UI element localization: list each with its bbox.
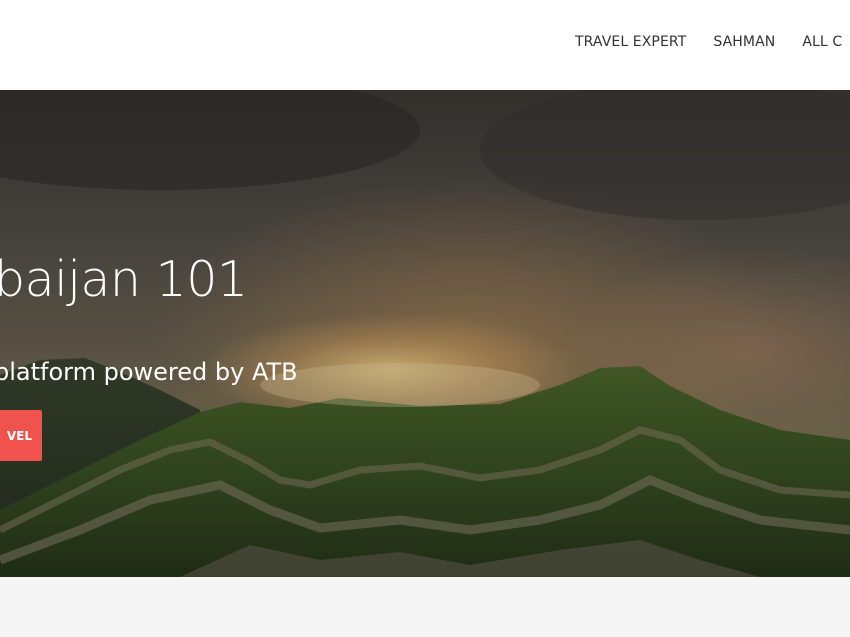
hero-banner: baijan 101 platform powered by ATB VEL xyxy=(0,90,850,577)
main-nav: TRAVEL EXPERT SAHMAN ALL C xyxy=(575,34,850,50)
mountain-landscape-image xyxy=(0,90,850,577)
top-navigation-bar: TRAVEL EXPERT SAHMAN ALL C xyxy=(0,0,850,90)
hero-title: baijan 101 xyxy=(0,250,248,308)
hero-subtitle: platform powered by ATB xyxy=(0,358,298,386)
nav-item-travel-expert[interactable]: TRAVEL EXPERT xyxy=(575,34,686,50)
hero-cta-button[interactable]: VEL xyxy=(0,410,42,461)
nav-item-all[interactable]: ALL C xyxy=(802,34,842,50)
content-section-placeholder xyxy=(0,577,850,637)
nav-item-sahman[interactable]: SAHMAN xyxy=(713,34,775,50)
